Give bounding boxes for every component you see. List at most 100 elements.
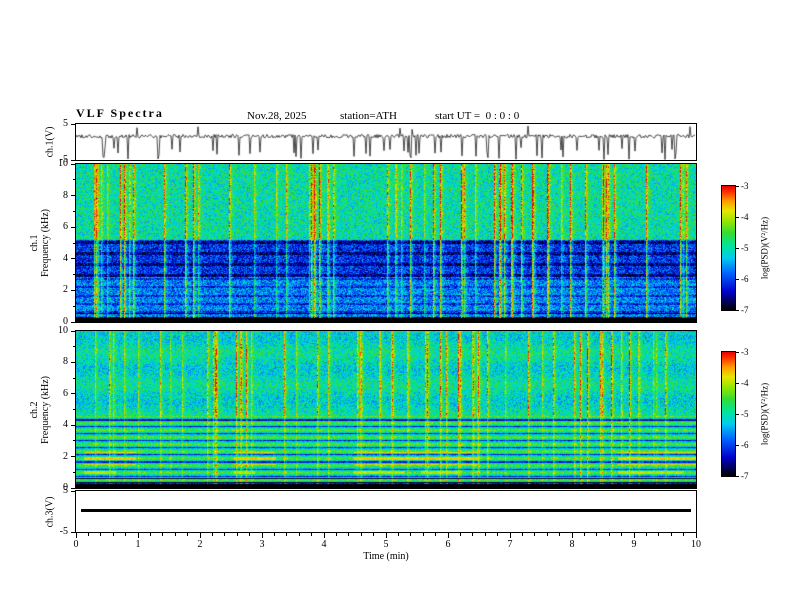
y-tick-label: 4 [63,252,68,264]
colorbar-tick-label: -6 [741,439,749,450]
y-tick [71,226,76,228]
ch3-flatline [81,509,691,512]
colorbar-tick-label: -7 [741,304,749,315]
colorbar-tick-label: -4 [741,211,749,222]
colorbar-ch1-gradient [722,186,735,310]
x-tick-label: 7 [507,539,513,550]
x-tick-label: 6 [445,539,451,550]
ch1-axis-line2: Frequency (kHz) [40,208,51,278]
x-minor-tick [608,533,610,536]
x-tick [695,533,697,538]
x-tick [447,533,449,538]
y-tick-label: 5 [63,485,68,496]
y-tick [71,456,76,458]
colorbar-tick [736,444,739,446]
y-tick [71,195,76,197]
x-tick-label: 0 [73,539,79,550]
y-tick-label: 6 [63,387,68,399]
x-minor-tick [658,533,660,536]
vlf-spectra-figure: VLF Spectra Nov.28, 2025 station=ATH sta… [0,0,792,612]
y-tick [71,487,76,489]
x-tick-label: 4 [321,539,327,550]
y-tick-label: 6 [63,221,68,233]
x-tick [137,533,139,538]
x-minor-tick [670,533,672,536]
x-minor-tick [422,533,424,536]
x-minor-tick [335,533,337,536]
start-ut-label: start UT = 0 : 0 : 0 [435,110,520,122]
page-title: VLF Spectra [76,106,164,120]
y-minor-tick [73,305,76,307]
y-tick [71,393,76,395]
colorbar-tick [736,413,739,415]
x-tick-label: 8 [569,539,575,550]
y-minor-tick [73,409,76,410]
colorbar-tick [736,382,739,384]
x-tick [633,533,635,538]
y-minor-tick [73,440,76,442]
x-minor-tick [87,533,89,536]
ch2-axis-line1: ch.2 [29,401,40,419]
x-minor-tick [224,533,226,536]
y-tick-label: 2 [63,284,68,296]
x-minor-tick [534,533,536,536]
time-axis-label: Time (min) [363,551,409,562]
x-minor-tick [497,533,499,536]
y-minor-tick [73,179,76,181]
colorbar-tick [736,351,739,353]
colorbar-ch2 [721,351,736,477]
x-tick [199,533,201,538]
x-minor-tick [236,533,238,536]
ch1-waveform-canvas [76,124,696,160]
y-tick [71,361,76,363]
y-tick-label: 10 [58,325,68,336]
x-minor-tick [100,533,102,536]
x-minor-tick [645,533,647,536]
ch2-spectrogram-panel [75,330,697,489]
y-tick-label: 10 [58,158,68,169]
ch3-panel [75,490,697,533]
x-minor-tick [211,533,213,536]
station-label: station=ATH [340,110,397,122]
x-minor-tick [459,533,461,536]
ch1-axis-line1: ch.1 [29,234,40,252]
y-minor-tick [73,242,76,244]
x-minor-tick [273,533,275,536]
colorbar-tick-label: -6 [741,273,749,284]
y-tick [71,490,76,492]
colorbar-tick-label: -5 [741,242,749,253]
x-tick-label: 2 [197,539,203,550]
y-tick [71,424,76,426]
x-minor-tick [373,533,375,536]
x-minor-tick [249,533,251,536]
colorbar-tick-label: -3 [741,346,749,357]
ch1-spectrogram-panel [75,163,697,323]
y-tick [71,258,76,260]
y-tick [71,159,76,161]
x-tick [571,533,573,538]
y-tick [71,163,76,165]
x-minor-tick [546,533,548,536]
ch2-frequency-axis-label: ch.2 Frequency (kHz) [29,376,51,444]
ch1-spectrogram-canvas [76,164,696,322]
colorbar-ch2-gradient [722,352,735,476]
x-minor-tick [435,533,437,536]
y-minor-tick [73,274,76,276]
colorbar-tick-label: -4 [741,377,749,388]
colorbar-tick-label: -3 [741,180,749,191]
ch2-axis-line2: Frequency (kHz) [40,375,51,445]
x-minor-tick [112,533,114,536]
y-tick-label: 2 [63,450,68,462]
x-tick-label: 5 [383,539,389,550]
x-minor-tick [521,533,523,536]
x-tick [75,533,77,538]
x-tick [261,533,263,538]
x-tick-label: 3 [259,539,265,550]
y-tick [71,321,76,323]
colorbar-tick [736,278,739,280]
y-tick-label: 4 [63,419,68,431]
colorbar-tick-label: -5 [741,408,749,419]
colorbar-tick [736,216,739,218]
x-minor-tick [162,533,164,536]
x-minor-tick [187,533,189,536]
